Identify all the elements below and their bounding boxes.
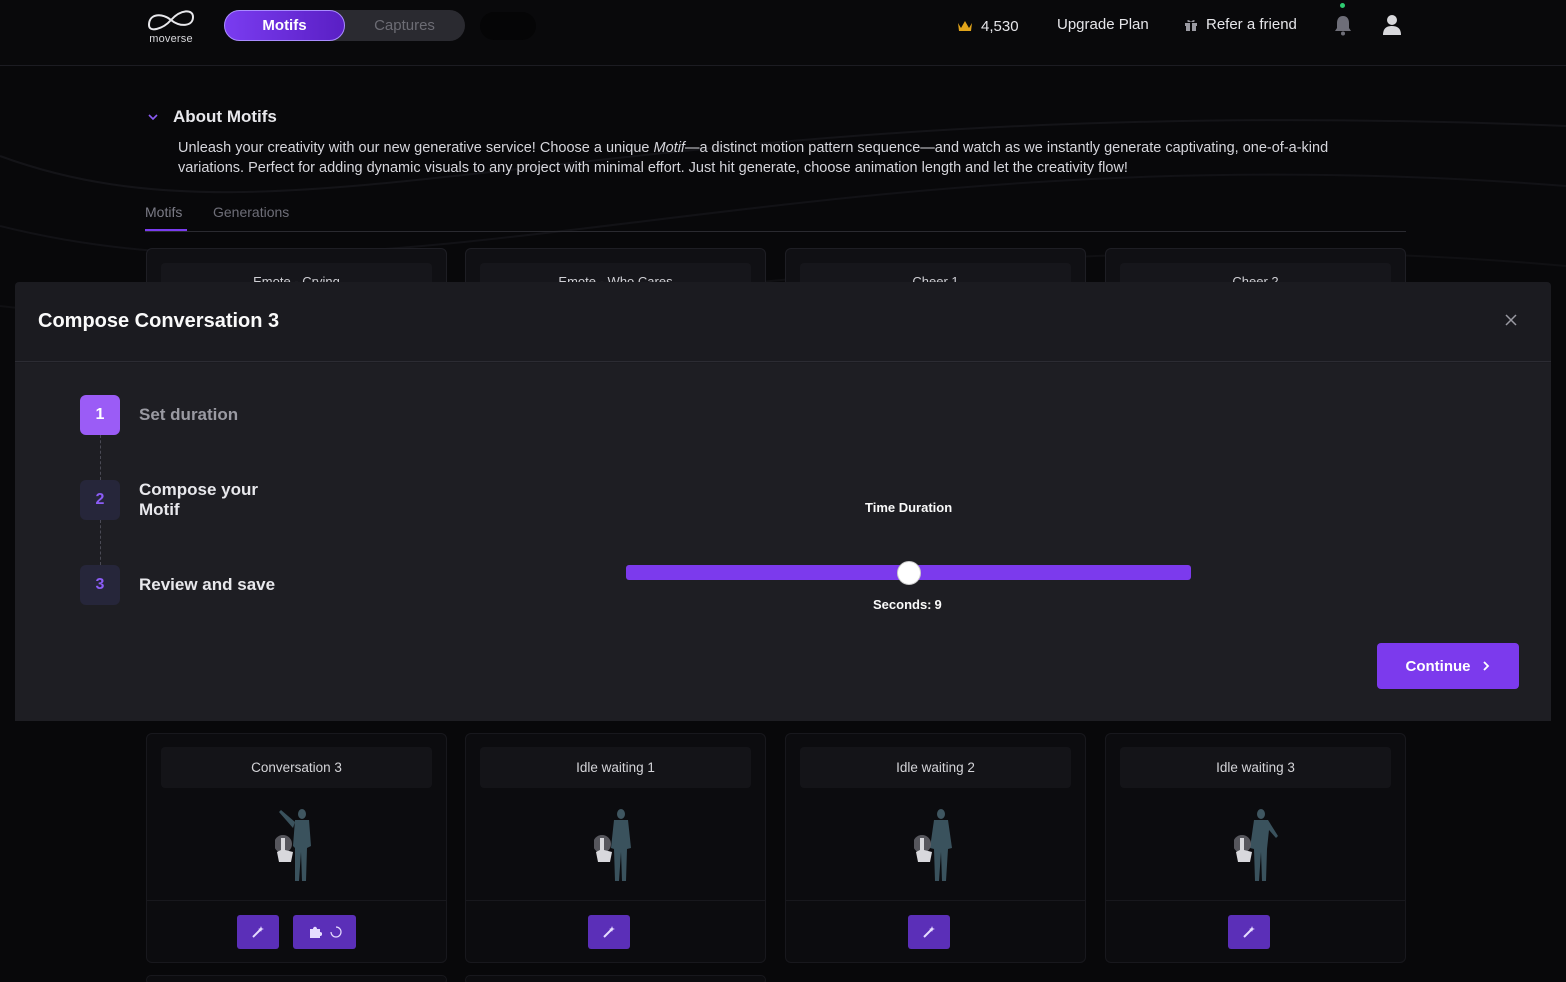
infinity-logo-icon (147, 10, 195, 31)
active-tab-indicator (145, 229, 187, 231)
modal-body: 1 Set duration 2 Compose your Motif 3 Re… (15, 363, 1551, 721)
user-icon[interactable] (1382, 13, 1402, 37)
avatar-figure-icon (275, 809, 311, 881)
chevron-down-icon (148, 114, 158, 121)
wand-icon (252, 926, 264, 938)
continue-label: Continue (1405, 657, 1471, 675)
motif-card-conversation[interactable]: Conversation 3 (146, 733, 447, 963)
refer-friend-label: Refer a friend (1206, 16, 1297, 33)
tab-generations[interactable]: Generations (213, 204, 289, 220)
wand-icon (923, 926, 935, 938)
motif-card[interactable] (465, 975, 766, 982)
duration-slider-thumb[interactable] (896, 561, 921, 585)
wand-icon (1243, 926, 1255, 938)
step-connector (100, 435, 101, 480)
generate-button[interactable] (237, 915, 279, 949)
motif-card[interactable] (146, 975, 447, 982)
credits-display[interactable]: 4,530 (957, 16, 1019, 36)
notification-dot (1340, 3, 1345, 8)
generate-button[interactable] (1228, 915, 1270, 949)
step-label: Compose your Motif (139, 480, 259, 519)
upgrade-plan-link[interactable]: Upgrade Plan (1057, 16, 1149, 33)
refer-friend-link[interactable]: Refer a friend (1184, 16, 1297, 33)
gift-icon (1185, 19, 1197, 31)
seconds-value: 9 (934, 597, 942, 612)
moverse-logo[interactable]: moverse (145, 7, 197, 45)
step-set-duration[interactable]: 1 Set duration (80, 395, 238, 435)
step-number: 3 (80, 565, 120, 605)
hidden-pill (480, 12, 536, 40)
card-divider (147, 900, 446, 901)
generate-button[interactable] (588, 915, 630, 949)
seconds-readout: Seconds: 9 (873, 597, 942, 612)
step-compose-motif[interactable]: 2 Compose your Motif (80, 480, 279, 520)
mode-switch: Motifs Captures (224, 10, 465, 41)
puzzle-icon (309, 926, 322, 938)
compose-button[interactable] (293, 915, 356, 949)
modal-header: Compose Conversation 3 (15, 282, 1551, 362)
motif-card-title: Idle waiting 3 (1120, 747, 1391, 788)
step-connector (100, 520, 101, 565)
close-icon[interactable] (1501, 310, 1521, 330)
page-tabs: Motifs Generations (145, 200, 1406, 232)
top-navigation-bar: moverse Motifs Captures 4,530 Upgrade Pl… (0, 0, 1566, 66)
motif-card-idle-1[interactable]: Idle waiting 1 (465, 733, 766, 963)
step-label: Set duration (139, 405, 239, 424)
about-title: About Motifs (173, 107, 277, 126)
step-label: Review and save (139, 575, 276, 594)
compose-modal: Compose Conversation 3 1 Set duration 2 … (15, 282, 1551, 721)
step-review-save[interactable]: 3 Review and save (80, 565, 275, 605)
about-motifs-toggle[interactable]: About Motifs (147, 107, 277, 127)
tab-motifs-page[interactable]: Motifs (145, 204, 182, 220)
step-number: 1 (80, 395, 120, 435)
loading-spinner-icon (329, 926, 342, 938)
tab-captures[interactable]: Captures (344, 10, 465, 41)
motif-card-title: Idle waiting 2 (800, 747, 1071, 788)
tab-motifs[interactable]: Motifs (224, 10, 345, 41)
card-divider (466, 900, 765, 901)
card-divider (786, 900, 1085, 901)
about-description: Unleash your creativity with our new gen… (178, 140, 1329, 176)
motif-card-idle-2[interactable]: Idle waiting 2 (785, 733, 1086, 963)
avatar-figure-icon (914, 809, 952, 881)
time-duration-label: Time Duration (865, 500, 953, 515)
generate-button[interactable] (908, 915, 950, 949)
wand-icon (603, 926, 615, 938)
motif-card-title: Conversation 3 (161, 747, 432, 788)
credits-value: 4,530 (981, 17, 1019, 35)
modal-title: Compose Conversation 3 (38, 310, 280, 332)
continue-button[interactable]: Continue (1377, 643, 1519, 689)
avatar-figure-icon (594, 809, 631, 881)
card-divider (1106, 900, 1405, 901)
avatar-figure-icon (1234, 809, 1278, 881)
chevron-right-icon (1482, 661, 1489, 671)
step-number: 2 (80, 480, 120, 520)
motif-card-title: Idle waiting 1 (480, 747, 751, 788)
bell-icon[interactable] (1333, 14, 1353, 36)
motif-card-idle-3[interactable]: Idle waiting 3 (1105, 733, 1406, 963)
logo-text: moverse (149, 33, 193, 45)
seconds-label: Seconds: (873, 597, 932, 612)
crown-icon (958, 21, 972, 31)
